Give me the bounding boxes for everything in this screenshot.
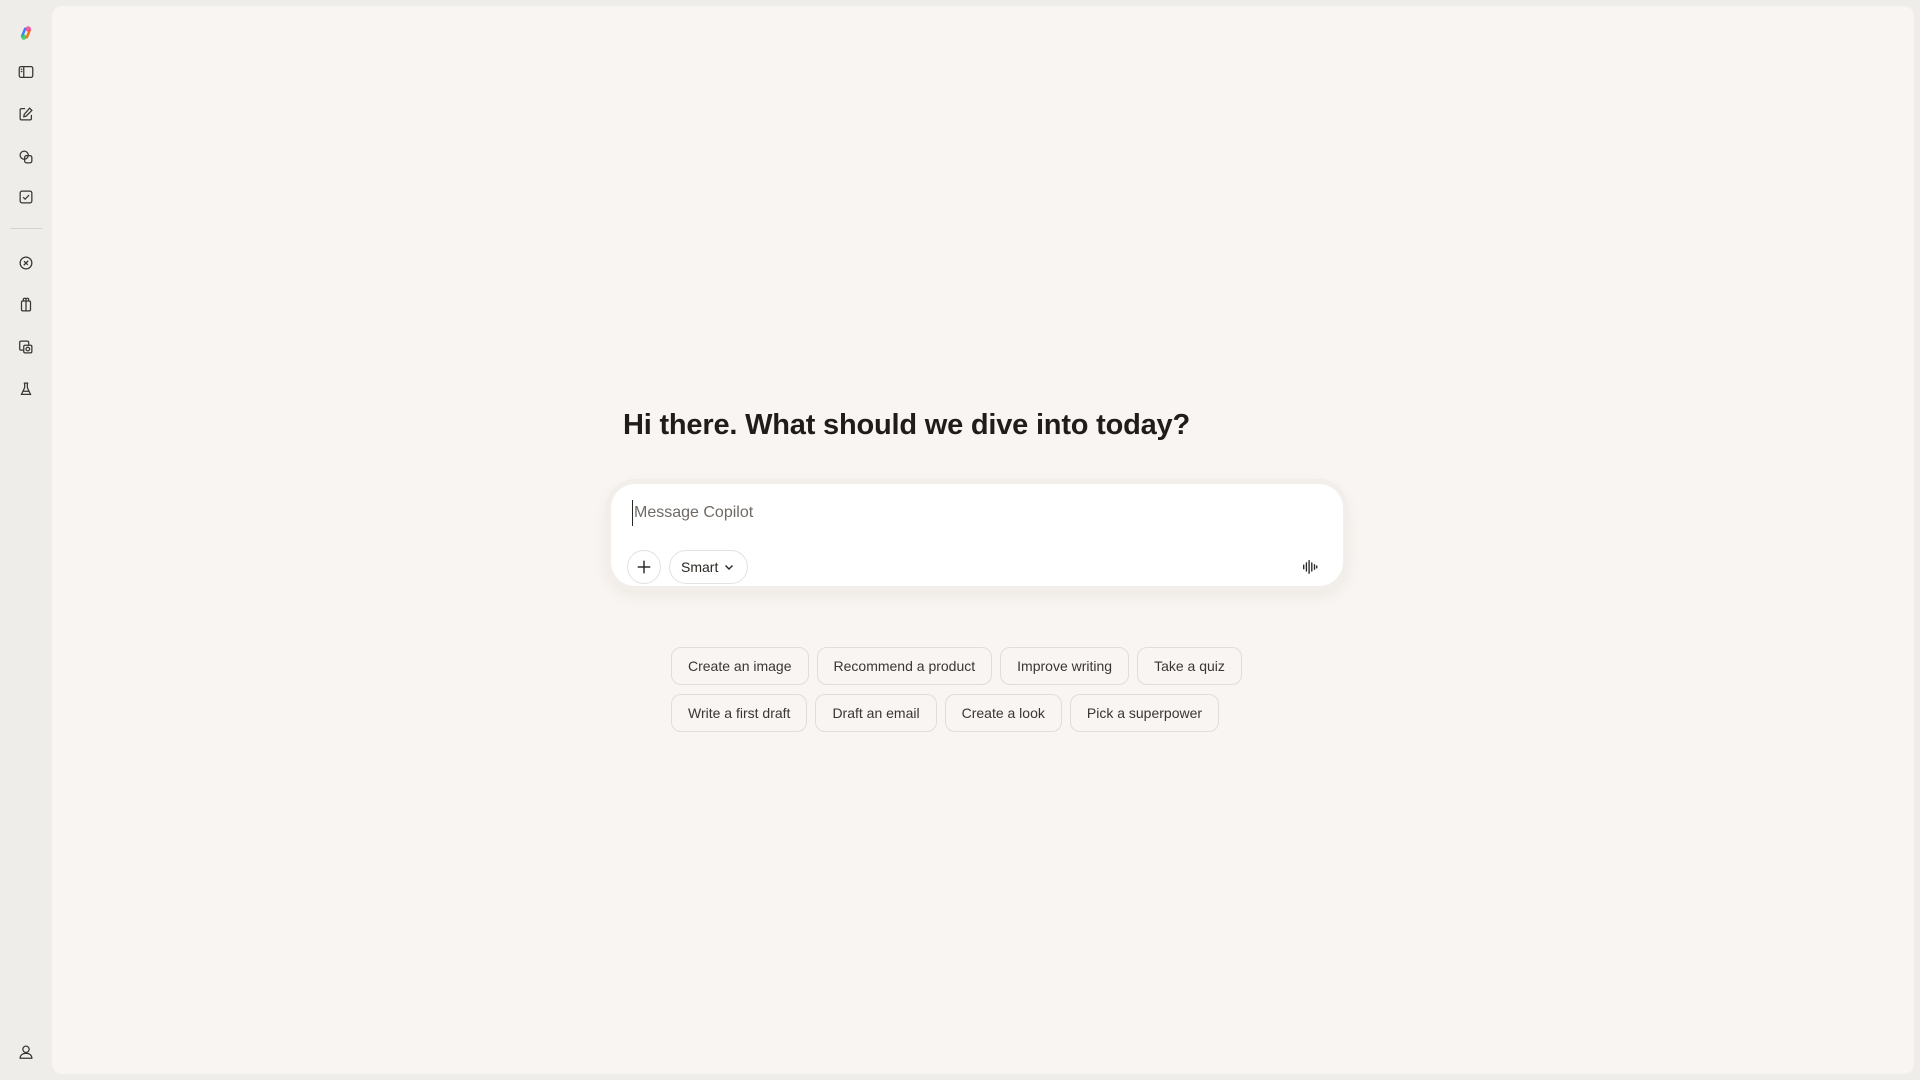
suggestion-chip[interactable]: Recommend a product: [816, 647, 993, 685]
suggestion-chips: Create an image Recommend a product Impr…: [671, 647, 1371, 741]
library-icon[interactable]: [11, 142, 41, 172]
suggestion-chip[interactable]: Pick a superpower: [1069, 694, 1220, 732]
mode-label: Smart: [681, 559, 719, 575]
copilot-logo-icon[interactable]: [11, 18, 41, 48]
plus-icon: [637, 560, 651, 574]
rail-divider: [10, 228, 42, 229]
suggestion-row: Create an image Recommend a product Impr…: [671, 647, 1371, 685]
sidebar-toggle-icon[interactable]: [11, 57, 41, 87]
chevron-down-icon: [725, 565, 734, 570]
profile-icon[interactable]: [11, 1037, 41, 1067]
attach-button[interactable]: [627, 550, 661, 584]
suggestion-row: Write a first draft Draft an email Creat…: [671, 694, 1371, 732]
mode-selector-button[interactable]: Smart: [669, 550, 749, 584]
tasks-icon[interactable]: [11, 182, 41, 212]
suggestion-chip[interactable]: Create an image: [671, 647, 809, 685]
suggestion-chip[interactable]: Improve writing: [1000, 647, 1130, 685]
pages-icon[interactable]: [11, 332, 41, 362]
suggestion-chip[interactable]: Take a quiz: [1137, 647, 1242, 685]
message-composer: Smart: [611, 484, 1343, 586]
greeting-heading: Hi there. What should we dive into today…: [623, 409, 1190, 441]
suggestion-chip[interactable]: Write a first draft: [671, 694, 808, 732]
discover-icon[interactable]: [11, 248, 41, 278]
suggestion-chip[interactable]: Create a look: [944, 694, 1062, 732]
labs-icon[interactable]: [11, 374, 41, 404]
gift-icon[interactable]: [11, 290, 41, 320]
voice-waveform-icon: [1303, 560, 1318, 574]
suggestion-chip[interactable]: Draft an email: [815, 694, 937, 732]
message-input[interactable]: [632, 500, 1236, 526]
new-chat-icon[interactable]: [11, 99, 41, 129]
main-canvas: Hi there. What should we dive into today…: [52, 6, 1914, 1074]
voice-button[interactable]: [1295, 552, 1325, 582]
left-rail: [0, 0, 52, 1080]
